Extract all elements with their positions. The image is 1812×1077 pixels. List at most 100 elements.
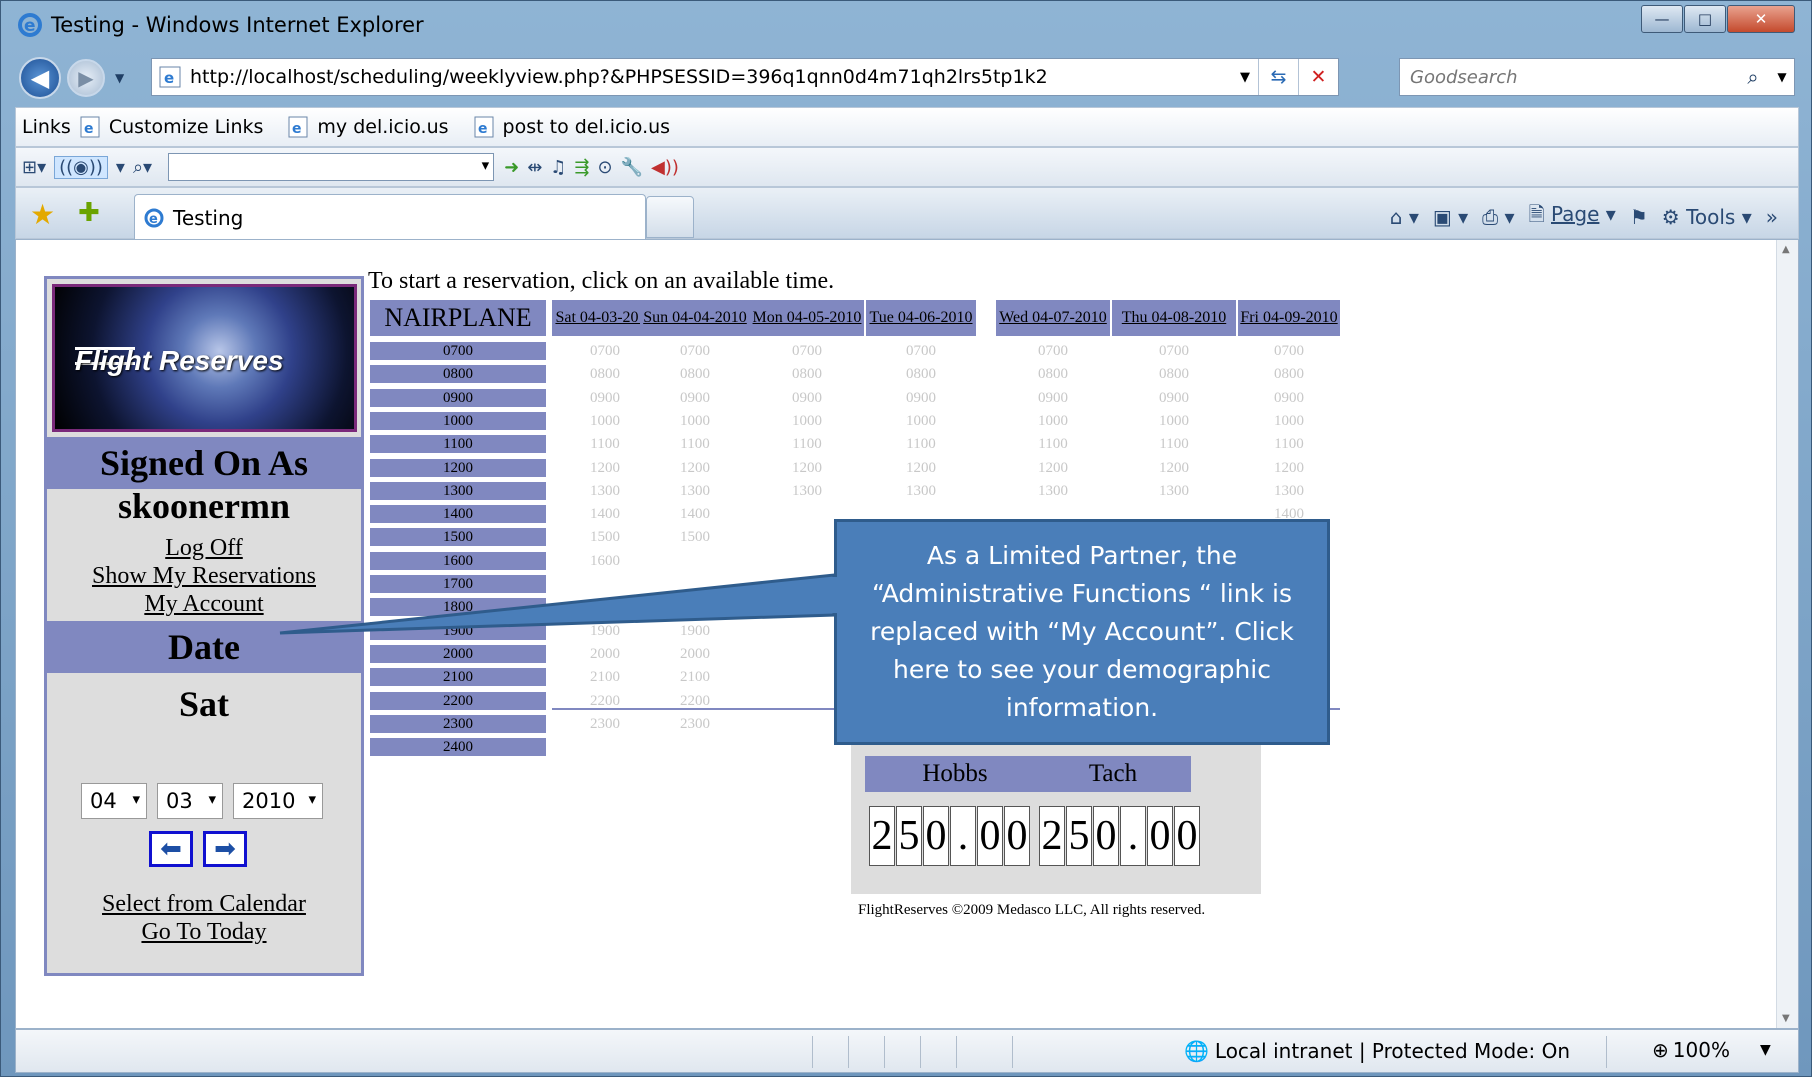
link-my-delicious[interactable]: e my del.icio.us xyxy=(287,116,456,138)
url-text[interactable]: http://localhost/scheduling/weeklyview.p… xyxy=(190,66,1232,88)
zoom-dropdown-icon[interactable]: ▼ xyxy=(1760,1042,1771,1058)
time-slot[interactable]: 0800 xyxy=(750,365,864,383)
day-header[interactable]: Wed 04-07-2010 xyxy=(996,300,1110,336)
time-slot[interactable]: 0900 xyxy=(640,389,750,407)
zoom-control[interactable]: ⊕ 100% ▼ xyxy=(1652,1038,1771,1062)
vertical-scrollbar[interactable]: ▲ ▼ xyxy=(1776,240,1798,1028)
time-slot[interactable]: 1000 xyxy=(1112,412,1236,430)
chevron-more-icon[interactable]: » xyxy=(1766,205,1778,229)
volume-icon[interactable]: ◀)) xyxy=(651,157,679,178)
time-slot[interactable]: 1300 xyxy=(1112,482,1236,500)
tab-testing[interactable]: e Testing xyxy=(134,194,646,240)
home-icon[interactable]: ⌂ ▾ xyxy=(1390,205,1419,229)
link-post-delicious[interactable]: e post to del.icio.us xyxy=(473,116,679,138)
page-menu[interactable]: 🗎 Page ▾ xyxy=(1529,200,1616,234)
time-slot[interactable]: 0700 xyxy=(1112,342,1236,360)
stop-icon[interactable]: ✕ xyxy=(1298,59,1338,95)
time-slot[interactable]: 2000 xyxy=(640,645,750,663)
day-header[interactable]: Tue 04-06-2010 xyxy=(866,300,976,336)
my-account-link[interactable]: My Account xyxy=(47,591,361,618)
time-slot[interactable]: 2200 xyxy=(640,692,750,710)
time-slot[interactable]: 1000 xyxy=(1238,412,1340,430)
search-box[interactable]: ⌕ ▼ xyxy=(1399,58,1795,96)
time-slot[interactable]: 1200 xyxy=(1238,459,1340,477)
time-slot[interactable]: 0900 xyxy=(866,389,976,407)
history-dropdown-icon[interactable]: ▼ xyxy=(115,71,124,85)
go-to-today-link[interactable]: Go To Today xyxy=(47,919,361,946)
time-slot[interactable]: 1200 xyxy=(866,459,976,477)
next-day-arrow-icon[interactable]: ➡ xyxy=(203,831,247,867)
time-slot[interactable]: 0700 xyxy=(866,342,976,360)
time-slot[interactable]: 0800 xyxy=(1238,365,1340,383)
time-slot[interactable]: 0700 xyxy=(750,342,864,360)
time-slot[interactable]: 0800 xyxy=(866,365,976,383)
time-slot[interactable]: 1100 xyxy=(1238,435,1340,453)
time-slot[interactable]: 1300 xyxy=(640,482,750,500)
time-slot[interactable]: 1100 xyxy=(866,435,976,453)
day-header[interactable]: Fri 04-09-2010 xyxy=(1238,300,1340,336)
time-slot[interactable]: 0800 xyxy=(996,365,1110,383)
link-customize[interactable]: e Customize Links xyxy=(79,116,272,138)
day-header[interactable]: Mon 04-05-2010 xyxy=(750,300,864,336)
tools-menu[interactable]: ⚙ Tools ▾ xyxy=(1662,205,1752,229)
minimize-button[interactable]: — xyxy=(1641,5,1683,33)
time-slot[interactable]: 1300 xyxy=(1238,482,1340,500)
radio-dropdown-icon[interactable]: ▾ xyxy=(116,157,125,178)
year-select[interactable]: 2010 xyxy=(233,783,323,819)
time-slot[interactable]: 0800 xyxy=(1112,365,1236,383)
time-slot[interactable]: 1100 xyxy=(640,435,750,453)
close-window-button[interactable]: ✕ xyxy=(1727,5,1795,33)
time-slot[interactable]: 1100 xyxy=(750,435,864,453)
print-icon[interactable]: ⎙ ▾ xyxy=(1482,205,1514,229)
favorites-star-icon[interactable]: ★ xyxy=(30,198,55,231)
search-icon[interactable]: ⌕ xyxy=(1736,65,1770,89)
time-slot[interactable]: 0700 xyxy=(1238,342,1340,360)
play-icon[interactable]: ⊙ xyxy=(598,157,613,178)
logoff-link[interactable]: Log Off xyxy=(47,535,361,562)
time-slot[interactable]: 1000 xyxy=(750,412,864,430)
feeds-icon[interactable]: ▣ ▾ xyxy=(1433,205,1468,229)
previous-day-arrow-icon[interactable]: ⬅ xyxy=(149,831,193,867)
address-dropdown-icon[interactable]: ▼ xyxy=(1232,70,1258,85)
back-button[interactable]: ◀ xyxy=(19,57,61,99)
time-slot[interactable]: 1200 xyxy=(750,459,864,477)
time-slot[interactable]: 0900 xyxy=(1238,389,1340,407)
time-slot[interactable]: 1000 xyxy=(640,412,750,430)
time-slot[interactable]: 0800 xyxy=(640,365,750,383)
time-slot[interactable]: 1300 xyxy=(866,482,976,500)
add-favorites-icon[interactable]: ✚ xyxy=(78,198,100,228)
time-slot[interactable]: 0700 xyxy=(996,342,1110,360)
time-slot[interactable]: 1200 xyxy=(640,459,750,477)
time-slot[interactable]: 2300 xyxy=(640,715,750,733)
time-slot[interactable]: 1000 xyxy=(866,412,976,430)
time-slot[interactable]: 1600 xyxy=(552,552,658,570)
shuffle-icon[interactable]: ⇶ xyxy=(574,157,589,178)
time-slot[interactable]: 1200 xyxy=(996,459,1110,477)
maximize-button[interactable]: □ xyxy=(1684,5,1726,33)
search-input[interactable] xyxy=(1400,66,1736,88)
time-slot[interactable]: 0900 xyxy=(1112,389,1236,407)
toolbar-combo[interactable] xyxy=(168,153,495,181)
day-header[interactable]: Thu 04-08-2010 xyxy=(1112,300,1236,336)
research-icon[interactable]: ⚑ xyxy=(1630,205,1648,229)
time-slot[interactable]: 1400 xyxy=(640,505,750,523)
time-slot[interactable]: 1300 xyxy=(996,482,1110,500)
address-bar[interactable]: e http://localhost/scheduling/weeklyview… xyxy=(151,58,1339,96)
day-select[interactable]: 03 xyxy=(157,783,223,819)
search-dropdown-icon[interactable]: ▼ xyxy=(1770,70,1794,84)
time-slot[interactable]: 1900 xyxy=(640,622,750,640)
show-reservations-link[interactable]: Show My Reservations xyxy=(47,563,361,590)
day-header[interactable]: Sun 04-04-2010 xyxy=(640,300,750,336)
time-slot[interactable]: 1100 xyxy=(996,435,1110,453)
time-slot[interactable]: 1200 xyxy=(1112,459,1236,477)
forward-button[interactable]: ▶ xyxy=(67,59,105,97)
time-slot[interactable]: 1500 xyxy=(640,528,750,546)
music-icon[interactable]: ♫ xyxy=(550,157,566,178)
time-slot[interactable]: 2100 xyxy=(640,668,750,686)
new-tab-button[interactable] xyxy=(646,196,694,238)
select-from-calendar-link[interactable]: Select from Calendar xyxy=(47,891,361,918)
time-slot[interactable]: 1100 xyxy=(1112,435,1236,453)
split-icon[interactable]: ⇹ xyxy=(527,157,542,178)
time-slot[interactable]: 0700 xyxy=(640,342,750,360)
time-slot[interactable]: 1000 xyxy=(996,412,1110,430)
